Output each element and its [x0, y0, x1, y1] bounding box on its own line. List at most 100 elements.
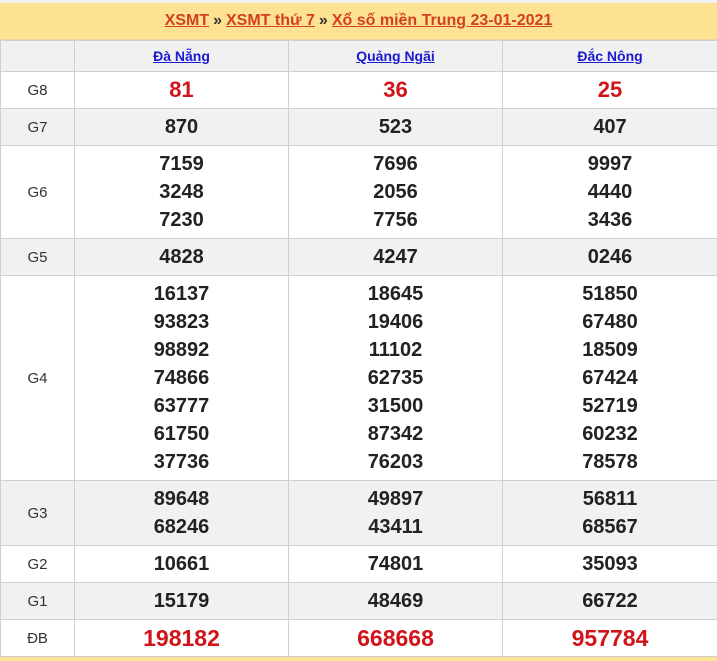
breadcrumb-link-xsmt-saturday[interactable]: XSMT thứ 7: [226, 12, 315, 29]
prize-label: G7: [0, 108, 75, 146]
prize-number: 4247: [373, 246, 418, 268]
prize-cell: 198182: [74, 619, 289, 657]
province-header-row: Đà Nẵng Quảng Ngãi Đắc Nông: [0, 40, 717, 72]
prize-number: 51850: [582, 283, 638, 305]
prize-row-g2: G2 10661 74801 35093: [0, 545, 717, 583]
prize-number: 89648: [153, 488, 210, 510]
prize-number: 68246: [153, 516, 210, 538]
prize-label: G8: [0, 71, 75, 109]
province-link-quang-ngai[interactable]: Quảng Ngãi: [356, 48, 435, 64]
prize-number: 62735: [367, 367, 424, 389]
prize-number: 523: [378, 116, 413, 138]
prize-number: 66722: [582, 590, 638, 612]
prize-cell: 10661: [74, 545, 289, 583]
breadcrumb-link-result-date[interactable]: Xổ số miền Trung 23-01-2021: [332, 12, 553, 29]
province-link-dac-nong[interactable]: Đắc Nông: [577, 48, 642, 64]
prize-number: 31500: [367, 395, 424, 417]
breadcrumb: XSMT» XSMT thứ 7» Xổ số miền Trung 23-01-2…: [0, 3, 717, 40]
prize-cell: 4247: [288, 238, 503, 276]
prize-label: G2: [0, 545, 75, 583]
prize-label: G4: [0, 275, 75, 481]
prize-cell: 9997 4440 3436: [502, 145, 717, 239]
prize-label: G1: [0, 582, 75, 620]
prize-cell: 16137 93823 98892 74866 63777 61750 37736: [74, 275, 289, 481]
prize-cell: 668668: [288, 619, 503, 657]
prize-number: 36: [383, 77, 408, 102]
prize-number: 76203: [367, 451, 424, 473]
prize-number: 78578: [582, 451, 638, 473]
prize-number: 19406: [367, 311, 424, 333]
prize-number: 870: [164, 116, 199, 138]
prize-number: 60232: [582, 423, 638, 445]
prize-number: 4440: [587, 181, 633, 203]
prize-number: 957784: [571, 625, 649, 651]
prize-number: 407: [593, 116, 627, 138]
breadcrumb-link-xsmt[interactable]: XSMT: [165, 12, 209, 29]
prize-row-g6: G6 7159 3248 7230 7696 2056 7756 9997 4440 3436: [0, 145, 717, 239]
prize-number: 37736: [153, 451, 210, 473]
prize-cell: 25: [502, 71, 717, 109]
prize-row-g3: G3 89648 68246 49897 43411 56811 68567: [0, 480, 717, 546]
prize-label: G6: [0, 145, 75, 239]
prize-number: 7230: [159, 209, 204, 231]
prize-number: 18509: [582, 339, 638, 361]
prize-cell: 7696 2056 7756: [288, 145, 503, 239]
province-header: Đà Nẵng: [74, 40, 289, 72]
lottery-results-page: XSMT» XSMT thứ 7» Xổ số miền Trung 23-01-2…: [0, 0, 717, 661]
prize-cell: 407: [502, 108, 717, 146]
prize-row-g4: G4 16137 93823 98892 74866 63777 61750 37736 186…: [0, 275, 717, 481]
prize-cell: 523: [288, 108, 503, 146]
prize-number: 11102: [368, 339, 423, 361]
province-header: Quảng Ngãi: [288, 40, 503, 72]
breadcrumb-separator: »: [318, 12, 328, 29]
prize-number: 81: [169, 77, 194, 102]
prize-number: 4828: [159, 246, 204, 268]
prize-cell: 56811 68567: [502, 480, 717, 546]
prize-cell: 4828: [74, 238, 289, 276]
prize-number: 43411: [368, 516, 423, 538]
prize-cell: 0246: [502, 238, 717, 276]
prize-number: 7756: [373, 209, 418, 231]
prize-row-db: ĐB 198182 668668 957784: [0, 619, 717, 657]
prize-number: 668668: [357, 625, 434, 651]
prize-number: 9997: [587, 153, 633, 175]
prize-row-g5: G5 4828 4247 0246: [0, 238, 717, 276]
prize-cell: 18645 19406 11102 62735 31500 87342 76203: [288, 275, 503, 481]
prize-cell: 36: [288, 71, 503, 109]
prize-label: G5: [0, 238, 75, 276]
prize-number: 25: [597, 77, 623, 102]
prize-number: 7696: [373, 153, 418, 175]
prize-cell: 66722: [502, 582, 717, 620]
prize-cell: 7159 3248 7230: [74, 145, 289, 239]
prize-row-g1: G1 15179 48469 66722: [0, 582, 717, 620]
prize-number: 74801: [367, 553, 424, 575]
prize-number: 67424: [582, 367, 638, 389]
prize-number: 67480: [582, 311, 638, 333]
prize-number: 16137: [153, 283, 210, 305]
prize-row-g7: G7 870 523 407: [0, 108, 717, 146]
prize-number: 7159: [159, 153, 204, 175]
province-link-da-nang[interactable]: Đà Nẵng: [153, 48, 210, 64]
prize-label: G3: [0, 480, 75, 546]
prize-number: 74866: [153, 367, 210, 389]
prize-number: 98892: [153, 339, 210, 361]
prize-cell: 15179: [74, 582, 289, 620]
prize-cell: 870: [74, 108, 289, 146]
prize-number: 61750: [153, 423, 210, 445]
prize-number: 15179: [153, 590, 210, 612]
prize-cell: 35093: [502, 545, 717, 583]
prize-cell: 957784: [502, 619, 717, 657]
prize-row-g8: G8 81 36 25: [0, 71, 717, 109]
prize-number: 3436: [587, 209, 633, 231]
prize-number: 56811: [582, 488, 638, 510]
prize-number: 3248: [159, 181, 204, 203]
prize-cell: 81: [74, 71, 289, 109]
prize-number: 49897: [367, 488, 424, 510]
prize-number: 198182: [143, 625, 220, 651]
prize-number: 93823: [153, 311, 210, 333]
province-header: Đắc Nông: [502, 40, 717, 72]
prize-cell: 51850 67480 18509 67424 52719 60232 78578: [502, 275, 717, 481]
results-table: Đà Nẵng Quảng Ngãi Đắc Nông G8 81 36 25 G7 87…: [0, 40, 717, 657]
prize-number: 63777: [153, 395, 210, 417]
prize-number: 52719: [582, 395, 638, 417]
